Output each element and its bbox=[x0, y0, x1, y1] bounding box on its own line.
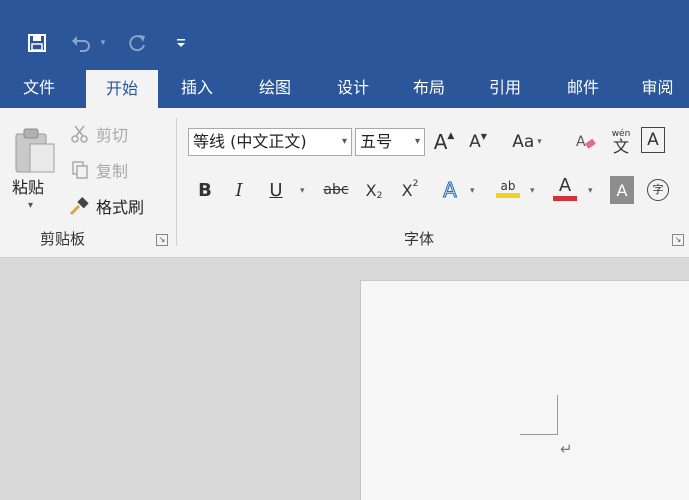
superscript-icon: X bbox=[401, 180, 413, 200]
text-effects-dropdown-icon[interactable]: ▾ bbox=[470, 186, 475, 196]
font-size-select[interactable]: 五号 ▾ bbox=[355, 128, 425, 156]
clipboard-launcher-icon[interactable]: ↘ bbox=[156, 234, 168, 246]
tab-home[interactable]: 开始 bbox=[86, 70, 158, 108]
redo-icon[interactable] bbox=[122, 28, 152, 58]
tab-review[interactable]: 审阅 bbox=[626, 68, 689, 108]
superscript-button[interactable]: X2 bbox=[396, 176, 424, 204]
character-shading-icon: A bbox=[616, 180, 628, 200]
cut-label: 剪切 bbox=[96, 126, 129, 145]
tab-references[interactable]: 引用 bbox=[470, 68, 540, 108]
format-painter-label: 格式刷 bbox=[96, 198, 145, 217]
font-group-label: 字体 bbox=[404, 230, 435, 248]
character-shading-button[interactable]: A bbox=[610, 176, 634, 204]
grow-font-button[interactable]: A ▲ bbox=[432, 128, 456, 156]
paste-label[interactable]: 粘贴 bbox=[12, 174, 44, 198]
underline-button[interactable]: U bbox=[264, 176, 288, 204]
bold-icon: B bbox=[198, 179, 212, 201]
text-effects-icon: A bbox=[443, 178, 458, 203]
tab-insert[interactable]: 插入 bbox=[162, 68, 232, 108]
font-name-select[interactable]: 等线 (中文正文) ▾ bbox=[188, 128, 352, 156]
ribbon-home: 粘贴 ▾ 剪切 复制 格式刷 剪贴板 ↘ 等线 (中文正文) ▾ 五号 ▾ A ▲… bbox=[0, 108, 689, 258]
undo-dropdown-icon[interactable]: ▾ bbox=[96, 28, 110, 58]
bold-button[interactable]: B bbox=[194, 176, 216, 204]
character-border-button[interactable]: A bbox=[641, 127, 665, 153]
highlight-dropdown-icon[interactable]: ▾ bbox=[530, 186, 535, 196]
document-page[interactable] bbox=[360, 280, 689, 500]
strikethrough-button[interactable]: abc bbox=[320, 176, 352, 204]
highlight-icon: ab bbox=[500, 178, 516, 193]
italic-button[interactable]: I bbox=[228, 176, 250, 204]
subscript-button[interactable]: X2 bbox=[360, 176, 388, 204]
underline-icon: U bbox=[269, 179, 283, 201]
copy-button[interactable]: 复制 bbox=[68, 158, 128, 182]
paste-dropdown-icon[interactable]: ▾ bbox=[28, 200, 33, 211]
cut-button[interactable]: 剪切 bbox=[68, 122, 128, 146]
text-effects-button[interactable]: A bbox=[438, 176, 462, 204]
underline-dropdown-icon[interactable]: ▾ bbox=[300, 186, 305, 196]
shrink-font-icon: A bbox=[469, 132, 481, 152]
svg-text:A: A bbox=[576, 134, 586, 150]
customize-icon[interactable] bbox=[170, 28, 192, 58]
font-launcher-icon[interactable]: ↘ bbox=[672, 234, 684, 246]
font-color-bar bbox=[553, 195, 577, 201]
highlight-button[interactable]: ab bbox=[494, 174, 522, 202]
enclose-characters-button[interactable]: 字 bbox=[646, 176, 670, 204]
group-separator bbox=[176, 118, 177, 246]
format-painter-button[interactable]: 格式刷 bbox=[68, 194, 144, 218]
phonetic-guide-button[interactable]: wén 文 bbox=[606, 128, 636, 156]
change-case-button[interactable]: Aa ▾ bbox=[506, 128, 548, 156]
change-case-icon: Aa bbox=[512, 132, 535, 152]
clipboard-group-label: 剪贴板 bbox=[40, 230, 86, 248]
tab-mailings[interactable]: 邮件 bbox=[548, 68, 618, 108]
font-size-dropdown-icon: ▾ bbox=[414, 136, 420, 147]
highlight-color-bar bbox=[496, 192, 520, 198]
tab-design[interactable]: 设计 bbox=[318, 68, 388, 108]
font-color-icon: A bbox=[558, 174, 572, 196]
format-painter-icon bbox=[68, 194, 92, 218]
font-name-dropdown-icon: ▾ bbox=[341, 136, 347, 147]
font-color-button[interactable]: A bbox=[552, 174, 578, 202]
clear-formatting-button[interactable]: A bbox=[572, 128, 600, 156]
font-size-value: 五号 bbox=[360, 132, 393, 151]
font-name-value: 等线 (中文正文) bbox=[193, 132, 307, 151]
ribbon-tabs: 文件 开始 插入 绘图 设计 布局 引用 邮件 审阅 bbox=[0, 68, 689, 108]
paste-icon bbox=[15, 128, 55, 173]
italic-icon: I bbox=[235, 179, 243, 201]
title-bar: ▾ bbox=[0, 0, 689, 68]
shrink-font-button[interactable]: A ▼ bbox=[466, 128, 490, 156]
tab-file[interactable]: 文件 bbox=[4, 68, 74, 108]
copy-label: 复制 bbox=[96, 162, 129, 181]
page-margin-marker bbox=[520, 395, 558, 435]
clear-formatting-icon: A bbox=[576, 134, 596, 150]
scissors-icon bbox=[68, 122, 92, 146]
tab-draw[interactable]: 绘图 bbox=[240, 68, 310, 108]
paragraph-mark: ↵ bbox=[560, 440, 573, 458]
tab-layout[interactable]: 布局 bbox=[394, 68, 464, 108]
strikethrough-icon: abc bbox=[323, 182, 349, 198]
copy-icon bbox=[68, 158, 92, 182]
grow-font-icon: A bbox=[433, 130, 448, 154]
subscript-mark: 2 bbox=[376, 191, 383, 201]
font-color-dropdown-icon[interactable]: ▾ bbox=[588, 186, 593, 196]
save-icon[interactable] bbox=[22, 28, 52, 58]
character-border-icon: A bbox=[647, 130, 659, 150]
superscript-mark: 2 bbox=[412, 179, 419, 189]
undo-icon[interactable] bbox=[66, 28, 96, 58]
phonetic-bottom: 文 bbox=[612, 136, 629, 156]
paste-button[interactable] bbox=[12, 126, 58, 176]
enclose-characters-icon: 字 bbox=[647, 179, 669, 201]
subscript-icon: X bbox=[365, 180, 377, 200]
